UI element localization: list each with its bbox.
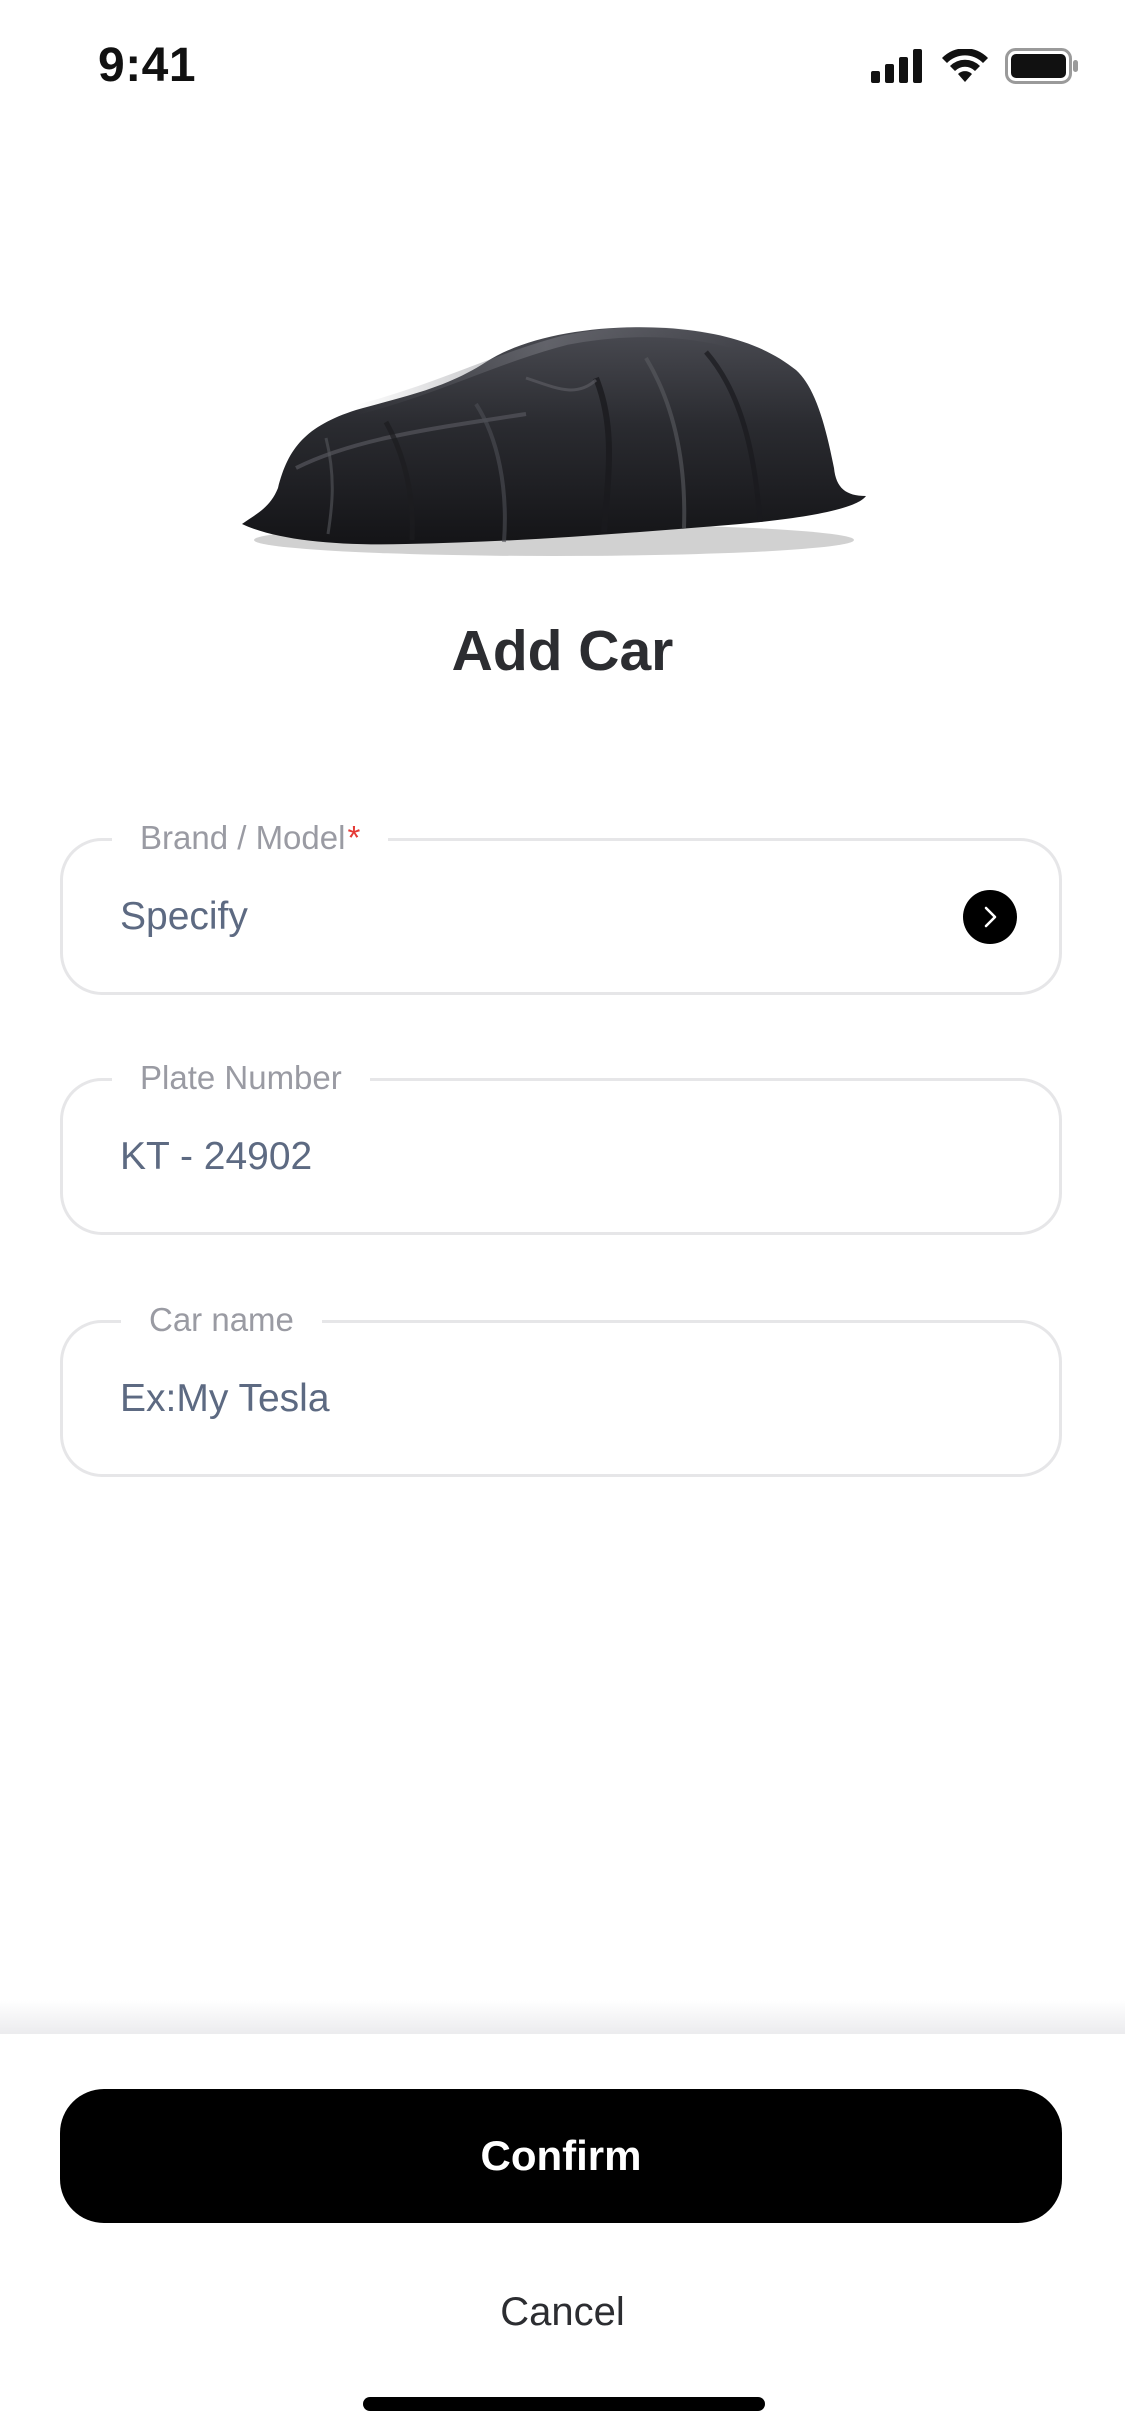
- car-name-field[interactable]: Car name Ex:My Tesla: [60, 1299, 1062, 1477]
- status-time: 9:41: [98, 39, 197, 92]
- bottom-fade-divider: [0, 2000, 1125, 2036]
- status-icons: [871, 48, 1079, 84]
- status-bar: 9:41: [0, 0, 1125, 132]
- brand-model-label: Brand / Model*: [112, 817, 389, 859]
- wifi-icon: [942, 49, 988, 82]
- battery-icon: [1005, 48, 1078, 84]
- brand-model-value: Specify: [120, 894, 248, 938]
- car-name-label: Car name: [121, 1299, 322, 1341]
- plate-number-value: KT - 24902: [120, 1134, 313, 1178]
- cancel-button[interactable]: Cancel: [0, 2290, 1125, 2335]
- home-indicator: [363, 2397, 765, 2411]
- brand-model-field[interactable]: Brand / Model* Specify: [60, 817, 1062, 995]
- plate-number-label: Plate Number: [112, 1057, 370, 1099]
- car-name-placeholder: Ex:My Tesla: [120, 1376, 330, 1420]
- cellular-signal-icon: [871, 49, 922, 83]
- page-title: Add Car: [451, 619, 674, 683]
- covered-car-illustration: [242, 327, 866, 556]
- plate-number-field[interactable]: Plate Number KT - 24902: [60, 1057, 1062, 1235]
- brand-model-label-text: Brand / Model: [140, 819, 346, 856]
- required-marker: *: [347, 819, 361, 856]
- brand-model-select-button[interactable]: [963, 889, 1017, 944]
- confirm-button[interactable]: Confirm: [60, 2089, 1062, 2223]
- chevron-right-icon: [984, 906, 997, 927]
